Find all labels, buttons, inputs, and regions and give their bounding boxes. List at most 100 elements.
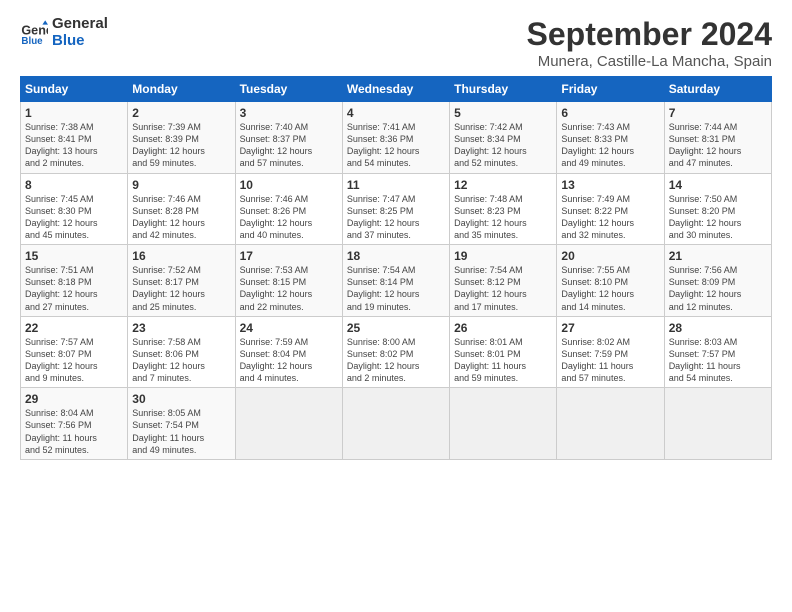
day-number: 22 <box>25 321 123 335</box>
day-info: Sunrise: 7:59 AM Sunset: 8:04 PM Dayligh… <box>240 336 338 385</box>
calendar-cell: 27Sunrise: 8:02 AM Sunset: 7:59 PM Dayli… <box>557 316 664 388</box>
day-info: Sunrise: 8:01 AM Sunset: 8:01 PM Dayligh… <box>454 336 552 385</box>
calendar-cell <box>235 388 342 460</box>
calendar-cell: 18Sunrise: 7:54 AM Sunset: 8:14 PM Dayli… <box>342 245 449 317</box>
day-number: 15 <box>25 249 123 263</box>
logo-line1: General <box>52 16 108 33</box>
day-number: 13 <box>561 178 659 192</box>
calendar-cell: 5Sunrise: 7:42 AM Sunset: 8:34 PM Daylig… <box>450 102 557 174</box>
logo-icon: General Blue <box>20 19 48 47</box>
calendar-cell <box>557 388 664 460</box>
calendar-cell: 3Sunrise: 7:40 AM Sunset: 8:37 PM Daylig… <box>235 102 342 174</box>
day-number: 20 <box>561 249 659 263</box>
day-info: Sunrise: 7:47 AM Sunset: 8:25 PM Dayligh… <box>347 193 445 242</box>
calendar-cell: 14Sunrise: 7:50 AM Sunset: 8:20 PM Dayli… <box>664 173 771 245</box>
day-info: Sunrise: 8:00 AM Sunset: 8:02 PM Dayligh… <box>347 336 445 385</box>
day-info: Sunrise: 8:04 AM Sunset: 7:56 PM Dayligh… <box>25 407 123 456</box>
weekday-header-row: SundayMondayTuesdayWednesdayThursdayFrid… <box>21 77 772 102</box>
day-info: Sunrise: 7:49 AM Sunset: 8:22 PM Dayligh… <box>561 193 659 242</box>
logo-line2: Blue <box>52 33 108 50</box>
weekday-header: Saturday <box>664 77 771 102</box>
calendar-week-row: 8Sunrise: 7:45 AM Sunset: 8:30 PM Daylig… <box>21 173 772 245</box>
day-info: Sunrise: 7:46 AM Sunset: 8:26 PM Dayligh… <box>240 193 338 242</box>
calendar-week-row: 1Sunrise: 7:38 AM Sunset: 8:41 PM Daylig… <box>21 102 772 174</box>
subtitle: Munera, Castille-La Mancha, Spain <box>527 53 772 70</box>
calendar-cell: 25Sunrise: 8:00 AM Sunset: 8:02 PM Dayli… <box>342 316 449 388</box>
day-number: 16 <box>132 249 230 263</box>
day-info: Sunrise: 7:52 AM Sunset: 8:17 PM Dayligh… <box>132 264 230 313</box>
day-number: 10 <box>240 178 338 192</box>
day-info: Sunrise: 7:54 AM Sunset: 8:12 PM Dayligh… <box>454 264 552 313</box>
day-number: 19 <box>454 249 552 263</box>
day-number: 17 <box>240 249 338 263</box>
svg-text:Blue: Blue <box>21 36 43 47</box>
calendar-cell: 10Sunrise: 7:46 AM Sunset: 8:26 PM Dayli… <box>235 173 342 245</box>
day-number: 23 <box>132 321 230 335</box>
day-info: Sunrise: 7:46 AM Sunset: 8:28 PM Dayligh… <box>132 193 230 242</box>
page: General Blue General Blue September 2024… <box>0 0 792 612</box>
day-info: Sunrise: 7:42 AM Sunset: 8:34 PM Dayligh… <box>454 121 552 170</box>
main-title: September 2024 <box>527 16 772 53</box>
day-info: Sunrise: 7:57 AM Sunset: 8:07 PM Dayligh… <box>25 336 123 385</box>
weekday-header: Monday <box>128 77 235 102</box>
calendar-cell <box>450 388 557 460</box>
day-number: 21 <box>669 249 767 263</box>
weekday-header: Wednesday <box>342 77 449 102</box>
day-number: 30 <box>132 392 230 406</box>
day-info: Sunrise: 7:40 AM Sunset: 8:37 PM Dayligh… <box>240 121 338 170</box>
day-info: Sunrise: 7:51 AM Sunset: 8:18 PM Dayligh… <box>25 264 123 313</box>
calendar-cell: 24Sunrise: 7:59 AM Sunset: 8:04 PM Dayli… <box>235 316 342 388</box>
calendar-cell: 1Sunrise: 7:38 AM Sunset: 8:41 PM Daylig… <box>21 102 128 174</box>
weekday-header: Tuesday <box>235 77 342 102</box>
calendar-cell: 8Sunrise: 7:45 AM Sunset: 8:30 PM Daylig… <box>21 173 128 245</box>
calendar-cell <box>664 388 771 460</box>
calendar-cell <box>342 388 449 460</box>
calendar-cell: 4Sunrise: 7:41 AM Sunset: 8:36 PM Daylig… <box>342 102 449 174</box>
calendar-week-row: 29Sunrise: 8:04 AM Sunset: 7:56 PM Dayli… <box>21 388 772 460</box>
day-number: 8 <box>25 178 123 192</box>
calendar-cell: 28Sunrise: 8:03 AM Sunset: 7:57 PM Dayli… <box>664 316 771 388</box>
calendar-cell: 6Sunrise: 7:43 AM Sunset: 8:33 PM Daylig… <box>557 102 664 174</box>
calendar-cell: 23Sunrise: 7:58 AM Sunset: 8:06 PM Dayli… <box>128 316 235 388</box>
calendar-cell: 11Sunrise: 7:47 AM Sunset: 8:25 PM Dayli… <box>342 173 449 245</box>
day-number: 18 <box>347 249 445 263</box>
day-info: Sunrise: 7:58 AM Sunset: 8:06 PM Dayligh… <box>132 336 230 385</box>
day-number: 24 <box>240 321 338 335</box>
calendar-cell: 21Sunrise: 7:56 AM Sunset: 8:09 PM Dayli… <box>664 245 771 317</box>
header: General Blue General Blue September 2024… <box>20 16 772 70</box>
svg-text:General: General <box>21 23 48 37</box>
day-info: Sunrise: 7:39 AM Sunset: 8:39 PM Dayligh… <box>132 121 230 170</box>
day-info: Sunrise: 7:48 AM Sunset: 8:23 PM Dayligh… <box>454 193 552 242</box>
calendar-cell: 12Sunrise: 7:48 AM Sunset: 8:23 PM Dayli… <box>450 173 557 245</box>
calendar-cell: 15Sunrise: 7:51 AM Sunset: 8:18 PM Dayli… <box>21 245 128 317</box>
day-number: 7 <box>669 106 767 120</box>
day-info: Sunrise: 7:45 AM Sunset: 8:30 PM Dayligh… <box>25 193 123 242</box>
day-info: Sunrise: 8:05 AM Sunset: 7:54 PM Dayligh… <box>132 407 230 456</box>
calendar-cell: 29Sunrise: 8:04 AM Sunset: 7:56 PM Dayli… <box>21 388 128 460</box>
weekday-header: Sunday <box>21 77 128 102</box>
day-number: 12 <box>454 178 552 192</box>
day-info: Sunrise: 7:43 AM Sunset: 8:33 PM Dayligh… <box>561 121 659 170</box>
day-number: 26 <box>454 321 552 335</box>
day-number: 3 <box>240 106 338 120</box>
calendar-cell: 19Sunrise: 7:54 AM Sunset: 8:12 PM Dayli… <box>450 245 557 317</box>
day-info: Sunrise: 7:56 AM Sunset: 8:09 PM Dayligh… <box>669 264 767 313</box>
day-info: Sunrise: 8:02 AM Sunset: 7:59 PM Dayligh… <box>561 336 659 385</box>
day-number: 14 <box>669 178 767 192</box>
day-info: Sunrise: 7:54 AM Sunset: 8:14 PM Dayligh… <box>347 264 445 313</box>
title-block: September 2024 Munera, Castille-La Manch… <box>527 16 772 70</box>
day-number: 25 <box>347 321 445 335</box>
day-number: 6 <box>561 106 659 120</box>
calendar-cell: 20Sunrise: 7:55 AM Sunset: 8:10 PM Dayli… <box>557 245 664 317</box>
calendar-cell: 16Sunrise: 7:52 AM Sunset: 8:17 PM Dayli… <box>128 245 235 317</box>
day-number: 28 <box>669 321 767 335</box>
calendar-cell: 2Sunrise: 7:39 AM Sunset: 8:39 PM Daylig… <box>128 102 235 174</box>
day-info: Sunrise: 7:38 AM Sunset: 8:41 PM Dayligh… <box>25 121 123 170</box>
day-info: Sunrise: 7:44 AM Sunset: 8:31 PM Dayligh… <box>669 121 767 170</box>
calendar-week-row: 15Sunrise: 7:51 AM Sunset: 8:18 PM Dayli… <box>21 245 772 317</box>
day-number: 27 <box>561 321 659 335</box>
day-info: Sunrise: 7:53 AM Sunset: 8:15 PM Dayligh… <box>240 264 338 313</box>
day-number: 5 <box>454 106 552 120</box>
day-number: 9 <box>132 178 230 192</box>
calendar-cell: 17Sunrise: 7:53 AM Sunset: 8:15 PM Dayli… <box>235 245 342 317</box>
